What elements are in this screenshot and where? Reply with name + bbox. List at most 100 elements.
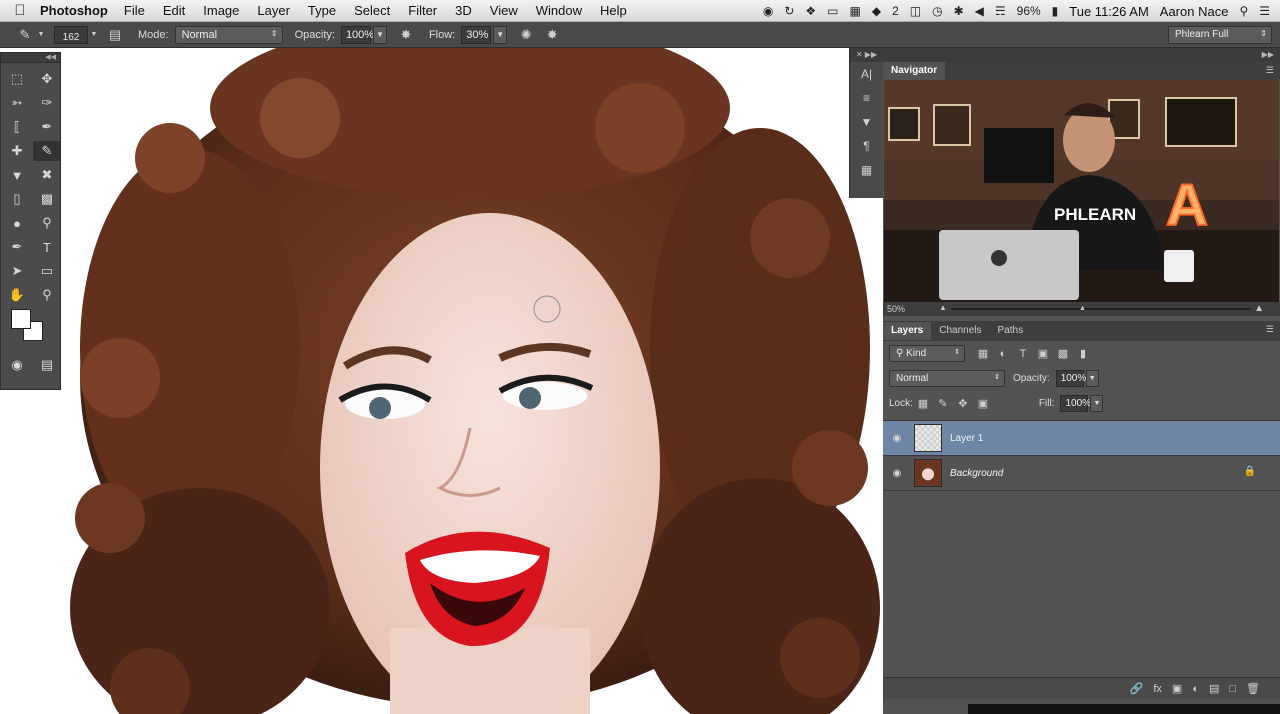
panel-menu-icon[interactable]: ☰ xyxy=(1266,324,1274,335)
chevron-down-icon[interactable]: ▼ xyxy=(88,31,100,38)
layer-row-background[interactable]: ◉ Background 🔒 xyxy=(883,456,1280,491)
layer-row-layer-1[interactable]: ◉ Layer 1 xyxy=(883,421,1280,456)
zoom-tool-icon[interactable]: ⚲ xyxy=(33,285,61,305)
airplay-icon[interactable]: ◫ xyxy=(910,4,921,18)
adjustment-layer-filter-icon[interactable]: ◐ xyxy=(993,348,1013,360)
pressure-opacity-icon[interactable]: ✸ xyxy=(395,27,417,43)
menu-edit[interactable]: Edit xyxy=(163,3,185,18)
flow-field[interactable]: 30% xyxy=(461,25,492,44)
menu-type[interactable]: Type xyxy=(308,3,336,18)
screen-mode-icon[interactable]: ▤ xyxy=(33,355,61,375)
navigator-zoom-value[interactable]: 50% xyxy=(887,304,905,314)
type-layer-filter-icon[interactable]: T xyxy=(1013,348,1033,360)
smart-object-filter-icon[interactable]: ▩ xyxy=(1053,347,1073,360)
new-layer-icon[interactable]: □ xyxy=(1229,683,1236,695)
volume-icon[interactable]: ◀ xyxy=(975,4,984,18)
bluetooth-icon[interactable]: ✱ xyxy=(954,4,964,18)
notification-center-icon[interactable]: ☰ xyxy=(1259,4,1270,18)
tab-paths[interactable]: Paths xyxy=(990,322,1032,340)
visibility-eye-icon[interactable]: ◉ xyxy=(883,468,911,479)
menu-image[interactable]: Image xyxy=(203,3,239,18)
apple-icon[interactable]:  xyxy=(0,2,40,19)
move-tool-icon[interactable]: ✥ xyxy=(33,69,61,89)
navigator-zoom-slider[interactable] xyxy=(951,308,1251,310)
color-swatches[interactable] xyxy=(7,309,54,349)
fill-field[interactable]: 100% xyxy=(1060,395,1091,412)
layer-name[interactable]: Layer 1 xyxy=(950,433,983,444)
menu-filter[interactable]: Filter xyxy=(408,3,437,18)
layer-name[interactable]: Background xyxy=(950,468,1003,479)
pressure-size-icon[interactable]: ✸ xyxy=(541,27,563,43)
menu-file[interactable]: File xyxy=(124,3,145,18)
menu-help[interactable]: Help xyxy=(600,3,627,18)
grid-icon[interactable]: ▦ xyxy=(849,4,860,18)
clone-stamp-tool-icon[interactable]: ▼ xyxy=(3,165,31,185)
new-adjustment-layer-icon[interactable]: ◐ xyxy=(1192,683,1199,695)
quick-selection-tool-icon[interactable]: ✑ xyxy=(33,93,61,113)
type-tool-icon[interactable]: T xyxy=(33,237,61,257)
layer-style-fx-icon[interactable]: fx xyxy=(1153,683,1162,695)
tab-channels[interactable]: Channels xyxy=(931,322,989,340)
panel-menu-icon[interactable]: ☰ xyxy=(1266,65,1274,76)
document-canvas[interactable] xyxy=(0,48,883,714)
lock-transparent-pixels-icon[interactable]: ▦ xyxy=(913,397,933,410)
sync-icon[interactable]: ↻ xyxy=(784,4,794,18)
add-mask-icon[interactable]: ▣ xyxy=(1172,682,1182,695)
paragraph-panel-icon[interactable]: ¶ xyxy=(850,134,883,158)
wifi-icon[interactable]: ☴ xyxy=(995,4,1006,18)
dock-collapse-icon[interactable]: ✕ ▶▶ xyxy=(850,48,883,62)
opacity-slider-toggle[interactable]: ▼ xyxy=(1085,370,1099,387)
menu-view[interactable]: View xyxy=(490,3,518,18)
zoom-out-icon[interactable]: ▲ xyxy=(939,303,947,312)
foreground-color-swatch[interactable] xyxy=(11,309,31,329)
flow-slider-toggle[interactable]: ▼ xyxy=(493,25,508,44)
history-brush-tool-icon[interactable]: ✖ xyxy=(33,165,61,185)
airbrush-icon[interactable]: ✺ xyxy=(515,27,537,43)
blur-tool-icon[interactable]: ● xyxy=(3,213,31,233)
brush-panel-toggle-icon[interactable]: ▤ xyxy=(104,27,126,43)
blend-mode-dropdown[interactable]: Normal ⇕ xyxy=(889,370,1005,387)
tab-layers[interactable]: Layers xyxy=(883,322,932,340)
tab-navigator[interactable]: Navigator xyxy=(883,62,946,80)
layer-kind-filter[interactable]: ⚲ Kind ⇕ xyxy=(889,345,965,362)
tools-panel-collapse[interactable]: ◀◀ xyxy=(1,53,60,63)
menu-layer[interactable]: Layer xyxy=(257,3,290,18)
spotlight-search-icon[interactable]: ⚲ xyxy=(1239,4,1248,18)
menu-window[interactable]: Window xyxy=(536,3,582,18)
mode-dropdown[interactable]: Normal ⇕ xyxy=(174,25,283,44)
opacity-slider-toggle[interactable]: ▼ xyxy=(372,25,387,44)
quick-mask-icon[interactable]: ◉ xyxy=(3,355,31,375)
lasso-tool-icon[interactable]: ➳ xyxy=(3,93,31,113)
lock-image-pixels-icon[interactable]: ✎ xyxy=(933,397,953,410)
menu-select[interactable]: Select xyxy=(354,3,390,18)
link-layers-icon[interactable]: 🔗 xyxy=(1130,682,1144,695)
layer-opacity-field[interactable]: 100% xyxy=(1055,370,1086,387)
delete-layer-trash-icon[interactable]: 🗑 xyxy=(1246,682,1260,695)
brush-tool-preset-icon[interactable]: ✎ xyxy=(14,27,36,43)
display-icon[interactable]: ▭ xyxy=(827,4,838,18)
dropbox-icon[interactable]: ❖ xyxy=(805,4,816,18)
workspace-switcher[interactable]: Phlearn Full ⇕ xyxy=(1168,26,1272,44)
zoom-slider-handle[interactable]: ▲ xyxy=(1079,305,1086,312)
brush-tool-icon[interactable]: ✎ xyxy=(33,141,61,161)
path-selection-tool-icon[interactable]: ➤ xyxy=(3,261,31,281)
chevron-down-icon[interactable]: ▼ xyxy=(36,31,46,38)
gradient-tool-icon[interactable]: ▩ xyxy=(33,189,61,209)
filter-toggle-icon[interactable]: ▮ xyxy=(1073,347,1093,360)
navigator-preview[interactable]: PHLEARN A xyxy=(884,80,1279,302)
shape-layer-filter-icon[interactable]: ▣ xyxy=(1033,347,1053,360)
brush-presets-icon[interactable]: ≡ xyxy=(850,86,883,110)
user-name[interactable]: Aaron Nace xyxy=(1160,4,1229,19)
menu-clock[interactable]: Tue 11:26 AM xyxy=(1069,4,1149,19)
battery-icon[interactable]: ▮ xyxy=(1052,4,1059,18)
battery-percent[interactable]: 96% xyxy=(1017,4,1041,18)
app-name-menu[interactable]: Photoshop xyxy=(40,3,108,18)
visibility-eye-icon[interactable]: ◉ xyxy=(883,433,911,444)
pixel-layer-filter-icon[interactable]: ▦ xyxy=(973,347,993,360)
rectangle-tool-icon[interactable]: ▭ xyxy=(33,261,61,281)
zoom-in-icon[interactable]: ▲ xyxy=(1254,303,1264,314)
hand-tool-icon[interactable]: ✋ xyxy=(3,285,31,305)
lock-all-icon[interactable]: ▣ xyxy=(973,397,993,410)
menu-3d[interactable]: 3D xyxy=(455,3,472,18)
opacity-field[interactable]: 100% xyxy=(340,25,374,44)
